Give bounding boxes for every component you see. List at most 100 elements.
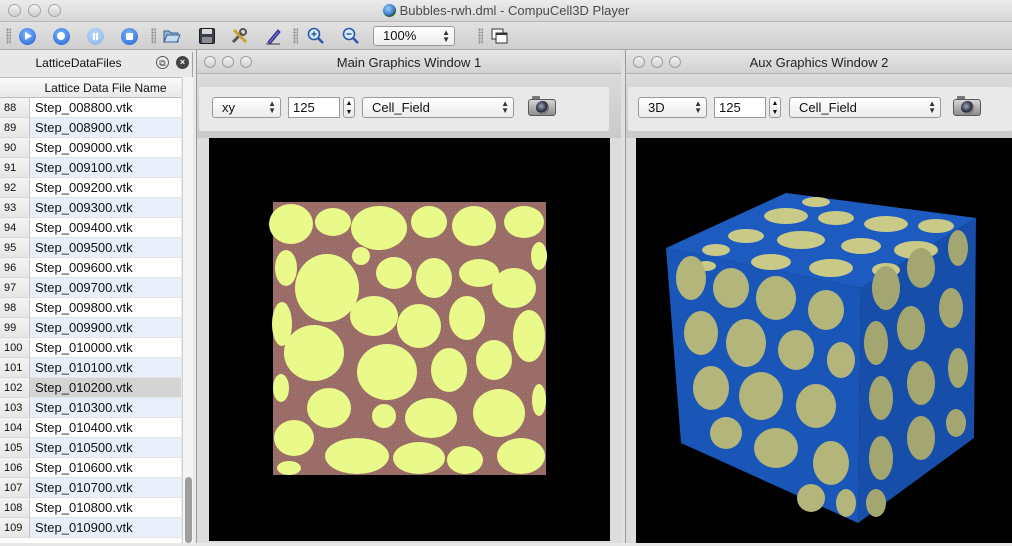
dock-float-icon[interactable]: ⧉: [156, 56, 169, 69]
file-name-cell[interactable]: Step_009400.vtk: [30, 218, 181, 238]
main-slice-input[interactable]: 125: [288, 97, 340, 118]
aux-slice-input[interactable]: 125: [714, 97, 766, 118]
cell-field-2d-plot: [269, 202, 547, 475]
file-name-cell[interactable]: Step_009500.vtk: [30, 238, 181, 258]
file-name-cell[interactable]: Step_009100.vtk: [30, 158, 181, 178]
aux-graphics-viewport[interactable]: [636, 138, 1012, 543]
pause-simulation-button[interactable]: [85, 26, 105, 46]
configure-button[interactable]: [230, 26, 250, 46]
file-name-cell[interactable]: Step_009300.vtk: [30, 198, 181, 218]
table-row[interactable]: 88 Step_008800.vtk: [0, 98, 181, 118]
file-name-cell[interactable]: Step_010000.vtk: [30, 338, 181, 358]
file-name-cell[interactable]: Step_010500.vtk: [30, 438, 181, 458]
dock-close-icon[interactable]: ×: [176, 56, 189, 69]
edit-button[interactable]: [263, 26, 283, 46]
table-row[interactable]: 89 Step_008900.vtk: [0, 118, 181, 138]
file-name-cell[interactable]: Step_009200.vtk: [30, 178, 181, 198]
file-name-cell[interactable]: Step_010400.vtk: [30, 418, 181, 438]
main-window-minimize-button[interactable]: [222, 56, 234, 68]
zoom-out-button[interactable]: [341, 26, 361, 46]
row-index: 89: [0, 118, 30, 138]
table-vertical-scrollbar[interactable]: [182, 77, 193, 543]
table-row[interactable]: 98 Step_009800.vtk: [0, 298, 181, 318]
toolbar-grip-icon[interactable]: [478, 28, 483, 44]
table-row[interactable]: 92 Step_009200.vtk: [0, 178, 181, 198]
toolbar-grip-icon[interactable]: [6, 28, 11, 44]
main-field-select[interactable]: Cell_Field ▲ ▼: [362, 97, 514, 118]
column-header-file-name[interactable]: Lattice Data File Name: [0, 78, 181, 98]
file-name-cell[interactable]: Step_010100.vtk: [30, 358, 181, 378]
pencil-icon: [266, 29, 281, 45]
file-name-cell[interactable]: Step_010900.vtk: [30, 518, 181, 538]
file-name-cell[interactable]: Step_009000.vtk: [30, 138, 181, 158]
table-row[interactable]: 109 Step_010900.vtk: [0, 518, 181, 538]
main-field-value: Cell_Field: [372, 100, 430, 115]
main-projection-select[interactable]: xy ▲ ▼: [212, 97, 281, 118]
open-button[interactable]: [162, 26, 182, 46]
scrollbar-thumb[interactable]: [185, 477, 192, 543]
window-titlebar: Bubbles-rwh.dml - CompuCell3D Player: [0, 0, 1012, 22]
stop-simulation-button[interactable]: [119, 26, 139, 46]
file-name-cell[interactable]: Step_009900.vtk: [30, 318, 181, 338]
zoom-level-select[interactable]: 100% ▲ ▼: [373, 26, 455, 46]
table-row[interactable]: 105 Step_010500.vtk: [0, 438, 181, 458]
file-name-cell[interactable]: Step_010800.vtk: [30, 498, 181, 518]
aux-slice-stepper[interactable]: ▲ ▼: [769, 97, 781, 118]
table-row[interactable]: 106 Step_010600.vtk: [0, 458, 181, 478]
toolbar-grip-icon[interactable]: [293, 28, 298, 44]
main-window-zoom-button[interactable]: [240, 56, 252, 68]
file-name-cell[interactable]: Step_009800.vtk: [30, 298, 181, 318]
table-row[interactable]: 91 Step_009100.vtk: [0, 158, 181, 178]
save-icon: [199, 28, 215, 44]
aux-window-zoom-button[interactable]: [669, 56, 681, 68]
main-window-close-button[interactable]: [204, 56, 216, 68]
table-row[interactable]: 100 Step_010000.vtk: [0, 338, 181, 358]
file-name-cell[interactable]: Step_009700.vtk: [30, 278, 181, 298]
row-index: 105: [0, 438, 30, 458]
table-row[interactable]: 103 Step_010300.vtk: [0, 398, 181, 418]
aux-screenshot-button[interactable]: [952, 95, 982, 117]
file-name-cell[interactable]: Step_010700.vtk: [30, 478, 181, 498]
table-row[interactable]: 95 Step_009500.vtk: [0, 238, 181, 258]
table-row[interactable]: 97 Step_009700.vtk: [0, 278, 181, 298]
table-row[interactable]: 96 Step_009600.vtk: [0, 258, 181, 278]
aux-window-minimize-button[interactable]: [651, 56, 663, 68]
file-name-cell[interactable]: Step_009600.vtk: [30, 258, 181, 278]
table-row[interactable]: 99 Step_009900.vtk: [0, 318, 181, 338]
row-index: 100: [0, 338, 30, 358]
table-row[interactable]: 108 Step_010800.vtk: [0, 498, 181, 518]
main-graphics-viewport[interactable]: [209, 138, 610, 541]
zoom-in-button[interactable]: [306, 26, 326, 46]
aux-field-select[interactable]: Cell_Field ▲ ▼: [789, 97, 941, 118]
table-row[interactable]: 90 Step_009000.vtk: [0, 138, 181, 158]
row-index: 91: [0, 158, 30, 178]
table-row[interactable]: 94 Step_009400.vtk: [0, 218, 181, 238]
aux-projection-select[interactable]: 3D ▲ ▼: [638, 97, 707, 118]
step-simulation-button[interactable]: [51, 26, 71, 46]
file-name-cell[interactable]: Step_010300.vtk: [30, 398, 181, 418]
run-simulation-button[interactable]: [17, 26, 37, 46]
zoom-in-icon: [307, 27, 324, 44]
window-title-container: Bubbles-rwh.dml - CompuCell3D Player: [0, 3, 1012, 18]
main-slice-stepper[interactable]: ▲ ▼: [343, 97, 355, 118]
aux-window-close-button[interactable]: [633, 56, 645, 68]
aux-window-controls: 3D ▲ ▼ 125 ▲ ▼ Cell_Field ▲ ▼: [628, 87, 1012, 131]
table-row[interactable]: 93 Step_009300.vtk: [0, 198, 181, 218]
save-button[interactable]: [197, 26, 217, 46]
table-row[interactable]: 102 Step_010200.vtk: [0, 378, 181, 398]
table-body: 88 Step_008800.vtk 89 Step_008900.vtk 90 Step…: [0, 98, 181, 538]
file-name-cell[interactable]: Step_010600.vtk: [30, 458, 181, 478]
file-name-cell[interactable]: Step_010200.vtk: [30, 378, 181, 398]
file-name-cell[interactable]: Step_008900.vtk: [30, 118, 181, 138]
row-index: 90: [0, 138, 30, 158]
toolbar-grip-icon[interactable]: [151, 28, 156, 44]
file-name-cell[interactable]: Step_008800.vtk: [30, 98, 181, 118]
tile-windows-button[interactable]: [490, 26, 510, 46]
updown-chevron-icon: ▲ ▼: [442, 28, 450, 44]
main-graphics-window-titlebar: Main Graphics Window 1: [197, 50, 621, 74]
table-row[interactable]: 107 Step_010700.vtk: [0, 478, 181, 498]
table-row[interactable]: 101 Step_010100.vtk: [0, 358, 181, 378]
table-row[interactable]: 104 Step_010400.vtk: [0, 418, 181, 438]
row-index: 97: [0, 278, 30, 298]
main-screenshot-button[interactable]: [527, 95, 557, 117]
